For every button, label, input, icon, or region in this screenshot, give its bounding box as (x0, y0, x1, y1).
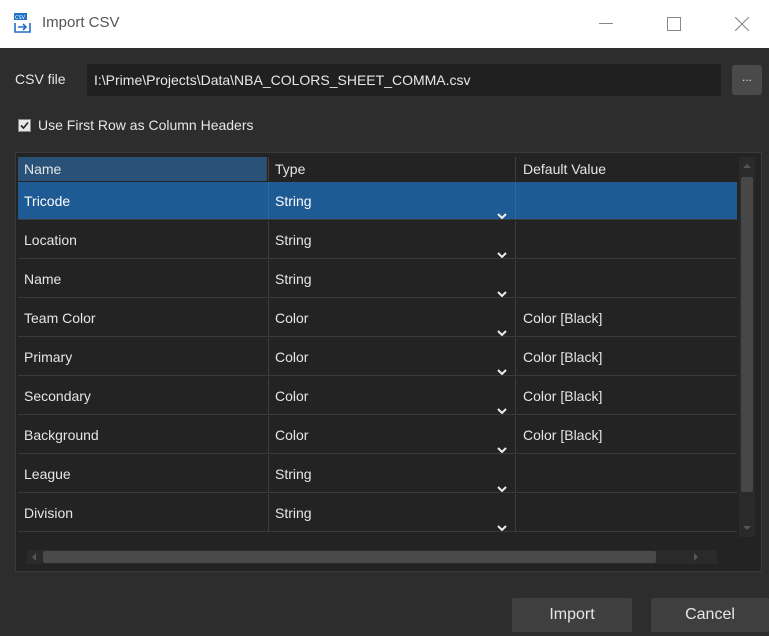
row-type-value: String (275, 232, 312, 248)
row-default-value-cell[interactable]: Color [Black] (517, 338, 737, 376)
row-name-cell[interactable]: Tricode (18, 182, 267, 220)
row-type-dropdown[interactable]: Color (268, 299, 516, 337)
row-type-value: String (275, 466, 312, 482)
csv-file-path-field[interactable]: I:\Prime\Projects\Data\NBA_COLORS_SHEET_… (87, 64, 721, 96)
row-name-cell[interactable]: League (18, 455, 267, 493)
row-type-value: Color (275, 388, 309, 404)
scroll-up-icon[interactable] (739, 161, 755, 171)
column-header-default-value[interactable]: Default Value (517, 157, 737, 181)
maximize-button[interactable] (651, 0, 697, 48)
use-first-row-label: Use First Row as Column Headers (38, 117, 254, 133)
table-row[interactable]: Tricode String (18, 182, 737, 220)
column-header-name[interactable]: Name (18, 157, 267, 181)
table-row[interactable]: Primary Color Color [Black] (18, 338, 737, 376)
title-bar: CSV Import CSV (0, 0, 769, 48)
browse-button[interactable]: ... (732, 65, 762, 95)
row-name-cell[interactable]: Name (18, 260, 267, 298)
maximize-icon (667, 17, 681, 31)
use-first-row-checkbox[interactable] (18, 118, 31, 132)
checkmark-icon (20, 121, 29, 129)
row-default-value-cell[interactable] (517, 221, 737, 259)
row-type-dropdown[interactable]: Color (268, 338, 516, 376)
row-name-cell[interactable]: Background (18, 416, 267, 454)
row-type-dropdown[interactable]: Color (268, 377, 516, 415)
table-row[interactable]: Background Color Color [Black] (18, 416, 737, 454)
row-default-value-cell[interactable] (517, 494, 737, 532)
use-first-row-option[interactable]: Use First Row as Column Headers (18, 117, 254, 133)
row-type-value: String (275, 271, 312, 287)
csv-import-icon: CSV (13, 12, 33, 34)
svg-text:CSV: CSV (15, 15, 26, 21)
row-divider (18, 531, 737, 532)
scroll-down-icon[interactable] (739, 523, 755, 533)
row-divider (18, 336, 737, 337)
row-name-cell[interactable]: Division (18, 494, 267, 532)
column-header-type[interactable]: Type (268, 157, 516, 181)
row-type-value: Color (275, 349, 309, 365)
row-default-value-cell[interactable]: Color [Black] (517, 416, 737, 454)
table-row[interactable]: Secondary Color Color [Black] (18, 377, 737, 415)
row-divider (18, 219, 737, 220)
row-divider (18, 297, 737, 298)
row-divider (18, 453, 737, 454)
close-icon (735, 17, 749, 31)
row-type-value: String (275, 505, 312, 521)
csv-file-label: CSV file (15, 71, 66, 87)
row-name-cell[interactable]: Location (18, 221, 267, 259)
table-row[interactable]: Name String (18, 260, 737, 298)
minimize-icon (599, 23, 613, 25)
vertical-scrollbar-thumb[interactable] (741, 177, 753, 492)
row-type-value: Color (275, 427, 309, 443)
row-type-dropdown[interactable]: Color (268, 416, 516, 454)
row-divider (18, 414, 737, 415)
scroll-right-icon[interactable] (691, 550, 701, 564)
row-name-cell[interactable]: Secondary (18, 377, 267, 415)
row-divider (18, 375, 737, 376)
table-row[interactable]: Location String (18, 221, 737, 259)
vertical-scrollbar[interactable] (739, 157, 755, 537)
row-default-value-cell[interactable]: Color [Black] (517, 377, 737, 415)
table-row[interactable]: Team Color Color Color [Black] (18, 299, 737, 337)
row-divider (18, 492, 737, 493)
row-type-value: String (275, 193, 312, 209)
row-default-value-cell[interactable]: Color [Black] (517, 299, 737, 337)
row-name-cell[interactable]: Team Color (18, 299, 267, 337)
table-row[interactable]: League String (18, 455, 737, 493)
row-type-dropdown[interactable]: String (268, 221, 516, 259)
horizontal-scrollbar[interactable] (27, 550, 717, 564)
row-type-dropdown[interactable]: String (268, 182, 516, 220)
row-default-value-cell[interactable] (517, 455, 737, 493)
window-title: Import CSV (42, 14, 120, 31)
import-button[interactable]: Import (512, 598, 632, 632)
row-type-value: Color (275, 310, 309, 326)
cancel-button[interactable]: Cancel (651, 598, 769, 632)
row-default-value-cell[interactable] (517, 260, 737, 298)
row-type-dropdown[interactable]: String (268, 494, 516, 532)
scroll-left-icon[interactable] (29, 550, 39, 564)
row-divider (18, 258, 737, 259)
close-button[interactable] (719, 0, 765, 48)
row-type-dropdown[interactable]: String (268, 455, 516, 493)
row-name-cell[interactable]: Primary (18, 338, 267, 376)
table-row[interactable]: Division String (18, 494, 737, 532)
horizontal-scrollbar-thumb[interactable] (43, 551, 656, 563)
row-type-dropdown[interactable]: String (268, 260, 516, 298)
chevron-down-icon[interactable] (497, 508, 507, 546)
minimize-button[interactable] (583, 0, 629, 48)
row-default-value-cell[interactable] (517, 182, 737, 220)
